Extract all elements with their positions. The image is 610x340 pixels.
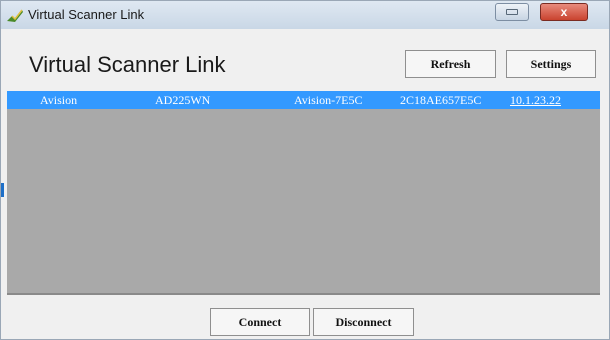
- close-icon: x: [560, 5, 568, 19]
- scanner-model: AD225WN: [155, 93, 211, 107]
- disconnect-button[interactable]: Disconnect: [313, 308, 414, 336]
- virtual-scanner-link-window: Virtual Scanner Link x Virtual Scanner L…: [0, 0, 610, 340]
- scanner-list-row-selected[interactable]: Avision AD225WN Avision-7E5C 2C18AE657E5…: [7, 91, 600, 109]
- scanner-ip-link[interactable]: 10.1.23.22: [510, 93, 561, 108]
- scanner-name: Avision-7E5C: [294, 93, 363, 107]
- minimize-button[interactable]: [495, 3, 529, 21]
- scanner-mac-address: 2C18AE657E5C: [400, 93, 482, 107]
- window-title: Virtual Scanner Link: [28, 7, 145, 22]
- scanner-vendor: Avision: [40, 93, 78, 107]
- minimize-icon: [506, 9, 518, 15]
- window-edge-marker: [1, 183, 4, 197]
- connect-button[interactable]: Connect: [210, 308, 310, 336]
- scanner-app-icon: [7, 9, 23, 22]
- title-bar[interactable]: Virtual Scanner Link x: [1, 1, 609, 29]
- scanner-list[interactable]: Avision AD225WN Avision-7E5C 2C18AE657E5…: [7, 91, 600, 295]
- close-button[interactable]: x: [540, 3, 588, 21]
- refresh-button[interactable]: Refresh: [405, 50, 496, 78]
- page-title: Virtual Scanner Link: [29, 52, 226, 77]
- settings-button[interactable]: Settings: [506, 50, 596, 78]
